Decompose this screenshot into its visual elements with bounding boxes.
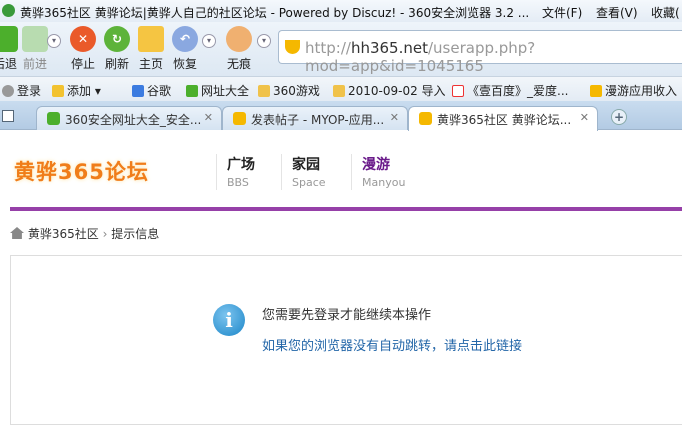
nav-label: 漫游 [362,157,390,173]
nav-bbs[interactable]: 广场 BBS [216,154,255,190]
tab-hh365[interactable]: 黄骅365社区 黄骅论坛... ✕ [408,106,598,131]
close-tab-icon[interactable]: ✕ [204,111,213,124]
bookmark-label: 网址大全 [201,84,250,98]
tab-post[interactable]: 发表帖子 - MYOP-应用... ✕ [222,106,408,130]
bookmark-360games[interactable]: 360游戏 [258,82,320,99]
incognito-dropdown-icon[interactable]: ▾ [257,34,271,48]
home-label: 主页 [138,57,163,71]
forward-button[interactable]: 前进 [22,26,48,72]
menu-favorites[interactable]: 收藏( [651,4,680,21]
bookmark-add[interactable]: 添加 ▾ [52,82,101,99]
smiley-icon [452,85,464,97]
back-label: 后退 [0,57,17,71]
title-bar: 黄骅365社区 黄骅论坛|黄骅人自己的社区论坛 - Powered by Dis… [0,0,682,22]
back-button[interactable]: 后退 [0,26,18,72]
restore-label: 恢复 [172,57,197,71]
nav-label: 家园 [292,157,320,173]
menu-view[interactable]: 查看(V) [596,4,638,21]
user-icon [2,85,14,97]
bookmark-import[interactable]: 2010-09-02 导入 [333,82,446,99]
bookmarks-bar: 登录 添加 ▾ 谷歌 网址大全 360游戏 2010-09-02 导入 《壹百度… [0,76,682,101]
home-button[interactable]: 主页 [138,26,164,72]
tab-label: 黄骅365社区 黄骅论坛... [437,113,572,127]
url-host: hh365.net [350,39,428,57]
breadcrumb-separator: › [102,227,108,241]
tab-bar: 360安全网址大全_安全... ✕ 发表帖子 - MYOP-应用... ✕ 黄骅36… [0,101,682,131]
restore-button[interactable]: ↶ 恢复 [172,26,198,72]
close-tab-icon[interactable]: ✕ [580,111,589,124]
nav-label: 广场 [227,157,255,173]
forward-label: 前进 [22,57,47,71]
stop-button[interactable]: ✕ 停止 [70,26,96,72]
history-dropdown-icon[interactable]: ▾ [47,34,61,48]
url-prefix: http:// [305,39,351,57]
bookmark-login[interactable]: 登录 [2,82,41,99]
info-icon: i [213,304,245,336]
close-tab-icon[interactable]: ✕ [390,111,399,124]
tab-hao360[interactable]: 360安全网址大全_安全... ✕ [36,106,222,130]
incognito-button[interactable]: 无痕 [226,26,252,72]
url-text[interactable]: http://hh365.net/userapp.php?mod=app&id=… [305,39,682,75]
tab-label: 360安全网址大全_安全... [65,113,202,127]
home-icon [138,26,164,52]
breadcrumb-current: 提示信息 [111,227,160,241]
sidebar-toggle-icon[interactable] [2,110,14,122]
bookmark-manyou[interactable]: 漫游应用收入 [590,82,677,99]
stop-label: 停止 [70,57,95,71]
site-favicon [590,85,602,97]
site-favicon [285,40,300,54]
bookmark-label: 漫游应用收入 [605,84,678,98]
google-icon [132,85,144,97]
incognito-label: 无痕 [226,57,251,71]
home-icon[interactable] [10,227,24,239]
back-arrow-icon [0,26,18,52]
tab-label: 发表帖子 - MYOP-应用... [251,113,385,127]
undo-icon: ↶ [172,26,198,52]
bookmark-label: 谷歌 [147,84,172,98]
restore-dropdown-icon[interactable]: ▾ [202,34,216,48]
bookmark-label: 《壹百度》_爱度... [467,84,569,98]
breadcrumb-home[interactable]: 黄骅365社区 [28,227,99,241]
nav-sublabel: BBS [227,176,249,189]
star-add-icon [52,85,64,97]
site-favicon [419,112,432,125]
nav-sublabel: Manyou [362,176,406,189]
refresh-label: 刷新 [104,57,129,71]
bookmark-hao360[interactable]: 网址大全 [186,82,249,99]
forward-arrow-icon [22,26,48,52]
site-favicon [233,112,246,125]
paw-icon [226,26,252,52]
refresh-icon: ↻ [104,26,130,52]
notice-message: 您需要先登录才能继续本操作 [262,308,432,323]
bookmark-label: 添加 [67,84,92,98]
nav-manyou[interactable]: 漫游 Manyou [351,154,405,190]
menu-file[interactable]: 文件(F) [542,4,582,21]
address-bar[interactable]: http://hh365.net/userapp.php?mod=app&id=… [278,30,682,75]
browser-logo-icon [2,4,15,17]
stop-icon: ✕ [70,26,96,52]
nav-space[interactable]: 家园 Space [281,154,326,190]
shield-icon [186,85,198,97]
window-title: 黄骅365社区 黄骅论坛|黄骅人自己的社区论坛 - Powered by Dis… [20,6,530,20]
refresh-button[interactable]: ↻ 刷新 [104,26,130,72]
bookmark-label: 登录 [17,84,42,98]
nav-sublabel: Space [292,176,326,189]
nav-divider [10,207,682,211]
bookmark-google[interactable]: 谷歌 [132,82,171,99]
folder-icon [258,85,270,97]
breadcrumb: 黄骅365社区 › 提示信息 [10,225,159,242]
bookmark-label: 360游戏 [273,84,320,98]
shield-icon [47,112,60,125]
site-logo[interactable]: 黄骅365论坛 [14,156,149,186]
bookmark-baidu[interactable]: 《壹百度》_爱度... [452,82,568,99]
folder-icon [333,85,345,97]
new-tab-icon[interactable]: + [611,109,627,125]
bookmark-label: 2010-09-02 导入 [348,84,446,98]
redirect-link[interactable]: 如果您的浏览器没有自动跳转，请点击此链接 [262,335,522,354]
